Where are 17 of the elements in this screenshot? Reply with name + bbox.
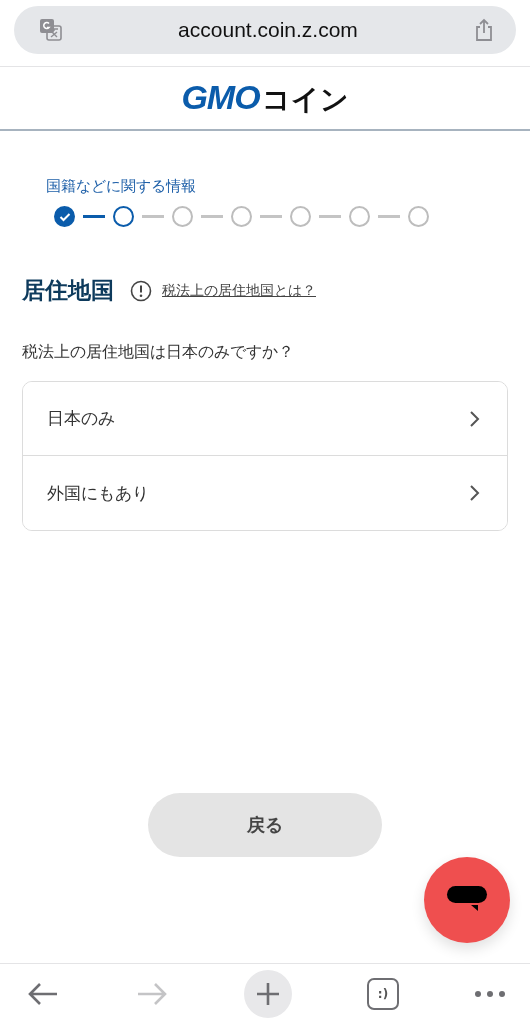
- new-tab-button[interactable]: [244, 970, 292, 1018]
- translate-icon[interactable]: [38, 17, 64, 43]
- back-button[interactable]: 戻る: [148, 793, 382, 857]
- help-link[interactable]: 税法上の居住地国とは？: [162, 281, 316, 300]
- chevron-icon: [469, 409, 481, 428]
- more-icon[interactable]: [474, 990, 506, 998]
- option-row[interactable]: 日本のみ: [23, 382, 507, 456]
- section-title: 居住地国: [22, 276, 114, 305]
- step-label: 国籍などに関する情報: [46, 177, 197, 196]
- tabs-button[interactable]: :): [367, 978, 399, 1010]
- plus-icon: [255, 981, 281, 1007]
- chevron-icon: [469, 484, 481, 502]
- info-icon: [130, 279, 152, 302]
- question-text: 税法上の居住地国は日本のみですか？: [22, 342, 295, 363]
- address-bar[interactable]: account.coin.z.com: [14, 6, 516, 54]
- url-text: account.coin.z.com: [178, 18, 358, 42]
- gmo-coin-logo[interactable]: GMOコイン: [181, 77, 349, 119]
